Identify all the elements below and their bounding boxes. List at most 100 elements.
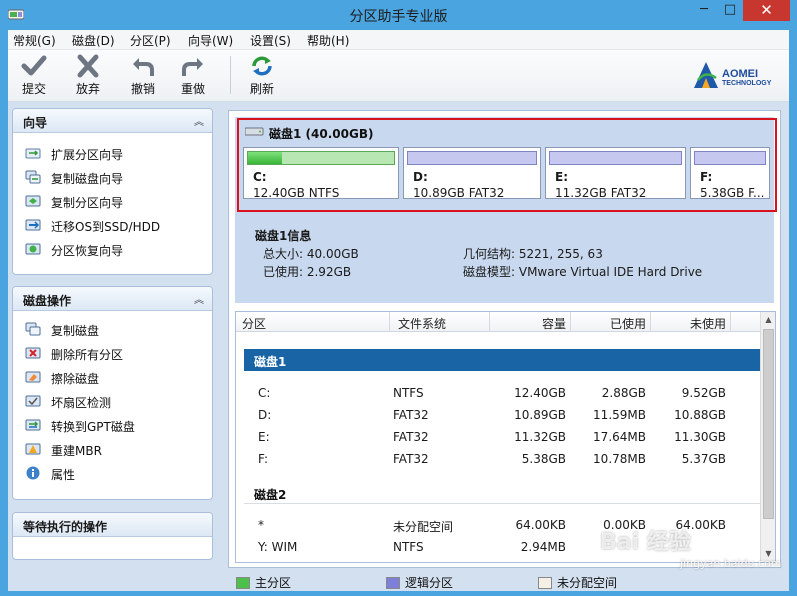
legend-logical-label: 逻辑分区: [405, 576, 454, 590]
column-used[interactable]: 已使用: [610, 315, 646, 332]
table-row[interactable]: E: FAT32 11.32GB 17.64MB 11.30GB: [236, 426, 762, 448]
menu-disk[interactable]: 磁盘(D): [72, 32, 115, 49]
column-capacity[interactable]: 容量: [542, 315, 566, 332]
disk-total-size: 总大小: 40.00GB: [263, 247, 359, 261]
wizard-item-copy-disk[interactable]: 复制磁盘向导: [13, 165, 212, 189]
disk-op-rebuild-mbr[interactable]: 重建MBR: [13, 437, 212, 461]
cell-capacity: 10.89GB: [514, 408, 566, 422]
collapse-icon[interactable]: ︽: [194, 291, 204, 306]
column-divider[interactable]: [389, 312, 390, 332]
disk-op-label: 坏扇区检测: [51, 396, 112, 410]
menu-settings[interactable]: 设置(S): [250, 32, 291, 49]
column-partition[interactable]: 分区: [242, 315, 266, 332]
cell-used: 2.88GB: [601, 386, 646, 400]
partition-table: 分区 文件系统 容量 已使用 未使用 磁盘1 C: NTFS 12.40GB 2…: [235, 311, 776, 563]
properties-icon: [26, 466, 40, 480]
column-divider[interactable]: [570, 312, 571, 332]
wizard-panel-title: 向导: [23, 116, 48, 130]
cell-partition: E:: [258, 430, 270, 444]
refresh-button[interactable]: 刷新: [242, 54, 282, 97]
wizard-panel-header[interactable]: 向导 ︽: [13, 109, 212, 133]
pending-ops-panel: 等待执行的操作: [12, 512, 213, 560]
disk-group-name: 磁盘1: [254, 355, 287, 369]
usage-bar: [407, 151, 537, 165]
wizard-item-label: 复制磁盘向导: [51, 172, 124, 186]
disk-op-convert-gpt[interactable]: 转换到GPT磁盘: [13, 413, 212, 437]
wizard-item-extend-partition[interactable]: 扩展分区向导: [13, 141, 212, 165]
column-divider[interactable]: [489, 312, 490, 332]
wizard-item-migrate-os[interactable]: 迁移OS到SSD/HDD: [13, 213, 212, 237]
partition-f[interactable]: F: 5.38GB F...: [690, 147, 770, 200]
disk-ops-panel-header[interactable]: 磁盘操作 ︽: [13, 287, 212, 311]
cell-capacity: 5.38GB: [521, 452, 566, 466]
usage-fill: [248, 152, 282, 164]
menu-help[interactable]: 帮助(H): [307, 32, 349, 49]
legend-unallocated-label: 未分配空间: [557, 576, 618, 590]
wizard-item-label: 分区恢复向导: [51, 244, 124, 258]
discard-button[interactable]: 放弃: [68, 54, 108, 97]
partition-e[interactable]: E: 11.32GB FAT32: [545, 147, 686, 200]
disk-map-header: 磁盘1 (40.00GB): [269, 127, 374, 141]
rebuild-icon: [25, 443, 41, 455]
delete-icon: [25, 347, 41, 359]
disk-op-label: 擦除磁盘: [51, 372, 100, 386]
vertical-scrollbar[interactable]: ▲ ▼: [760, 312, 775, 562]
menu-wizard[interactable]: 向导(W): [188, 32, 233, 49]
disk-op-bad-sector-check[interactable]: 坏扇区检测: [13, 389, 212, 413]
disk-op-label: 删除所有分区: [51, 348, 124, 362]
disk-used: 已使用: 2.92GB: [263, 265, 352, 279]
menu-partition[interactable]: 分区(P): [130, 32, 171, 49]
legend-bar: 主分区 逻辑分区 未分配空间: [8, 571, 789, 591]
partition-letter: F:: [700, 170, 713, 184]
table-row[interactable]: D: FAT32 10.89GB 11.59MB 10.88GB: [236, 404, 762, 426]
partition-info: 12.40GB NTFS: [253, 186, 340, 200]
legend-unallocated: 未分配空间: [538, 574, 617, 591]
usage-bar: [549, 151, 682, 165]
disk-op-wipe-disk[interactable]: 擦除磁盘: [13, 365, 212, 389]
collapse-icon[interactable]: ︽: [194, 113, 204, 128]
cell-used: 10.78MB: [593, 452, 646, 466]
primary-swatch: [236, 577, 250, 589]
commit-button[interactable]: 提交: [14, 54, 54, 97]
usage-bar: [247, 151, 395, 165]
scroll-up-icon[interactable]: ▲: [761, 312, 775, 328]
pending-ops-panel-header[interactable]: 等待执行的操作: [13, 513, 212, 537]
disk-content-area: 磁盘1 (40.00GB) C: 12.40GB NTFS D: 10.89GB…: [228, 110, 781, 568]
partition-letter: D:: [413, 170, 428, 184]
column-filesystem[interactable]: 文件系统: [398, 315, 446, 332]
cell-partition: *: [258, 518, 264, 532]
toolbar-separator: [230, 56, 231, 94]
disk-group-row[interactable]: 磁盘1: [244, 349, 762, 371]
wizard-item-partition-recovery[interactable]: 分区恢复向导: [13, 237, 212, 261]
scroll-thumb[interactable]: [763, 329, 774, 519]
usage-bar: [694, 151, 766, 165]
undo-icon: [133, 58, 154, 76]
disk-op-delete-all-partitions[interactable]: 删除所有分区: [13, 341, 212, 365]
column-divider[interactable]: [650, 312, 651, 332]
cell-filesystem: FAT32: [393, 452, 429, 466]
undo-button[interactable]: 撤销: [123, 54, 163, 97]
disk-group-row[interactable]: 磁盘2: [244, 482, 762, 504]
menu-general[interactable]: 常规(G): [13, 32, 56, 49]
legend-logical: 逻辑分区: [386, 574, 453, 591]
disk-info-title: 磁盘1信息: [255, 229, 312, 243]
disk-op-copy-disk[interactable]: 复制磁盘: [13, 317, 212, 341]
maximize-button[interactable]: □: [717, 0, 743, 21]
copy-disk-icon: [25, 322, 41, 336]
disk-op-properties[interactable]: 属性: [13, 461, 212, 485]
wizard-item-copy-partition[interactable]: 复制分区向导: [13, 189, 212, 213]
disk-op-label: 转换到GPT磁盘: [51, 420, 135, 434]
close-button[interactable]: ✕: [743, 0, 790, 21]
eraser-icon: [25, 371, 41, 383]
cell-filesystem: NTFS: [393, 540, 424, 554]
partition-d[interactable]: D: 10.89GB FAT32: [403, 147, 541, 200]
table-row[interactable]: C: NTFS 12.40GB 2.88GB 9.52GB: [236, 382, 762, 404]
table-row[interactable]: F: FAT32 5.38GB 10.78MB 5.37GB: [236, 448, 762, 470]
redo-button[interactable]: 重做: [173, 54, 213, 97]
minimize-button[interactable]: ─: [691, 0, 717, 21]
partition-c[interactable]: C: 12.40GB NTFS: [243, 147, 399, 200]
column-divider[interactable]: [730, 312, 731, 332]
partition-letter: C:: [253, 170, 267, 184]
logo-subtitle: TECHNOLOGY: [722, 80, 772, 87]
column-unused[interactable]: 未使用: [690, 315, 726, 332]
